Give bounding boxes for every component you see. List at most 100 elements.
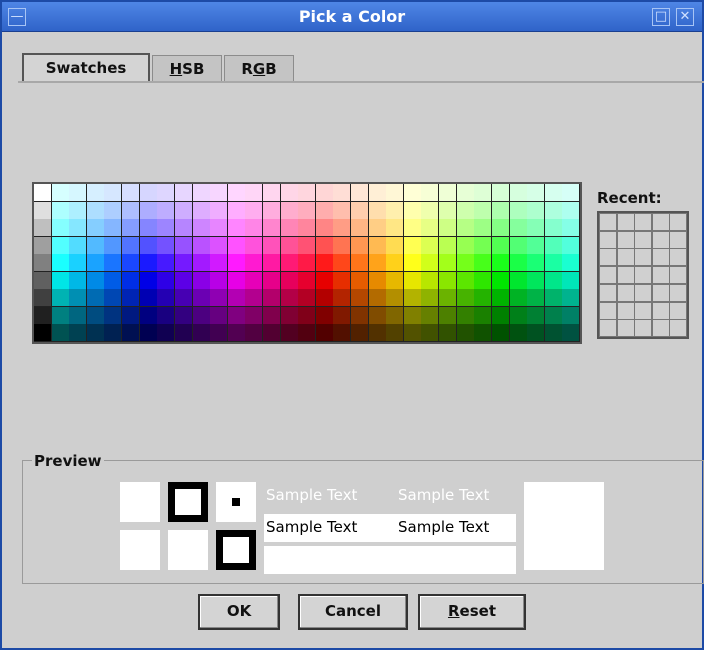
swatch-cell[interactable] bbox=[122, 184, 141, 202]
swatch-cell[interactable] bbox=[333, 236, 352, 255]
swatch-cell[interactable] bbox=[262, 219, 281, 238]
swatch-cell[interactable] bbox=[474, 306, 493, 325]
swatch-cell[interactable] bbox=[51, 184, 70, 202]
swatch-cell[interactable] bbox=[509, 306, 528, 325]
recent-cell[interactable] bbox=[669, 283, 688, 302]
swatch-cell[interactable] bbox=[122, 201, 141, 220]
swatch-cell[interactable] bbox=[174, 184, 193, 202]
swatch-cell[interactable] bbox=[104, 306, 123, 325]
swatch-cell[interactable] bbox=[439, 236, 458, 255]
swatch-cell[interactable] bbox=[333, 306, 352, 325]
swatch-cell[interactable] bbox=[456, 306, 475, 325]
swatch-cell[interactable] bbox=[491, 184, 510, 202]
swatch-cell[interactable] bbox=[403, 289, 422, 308]
swatch-cell[interactable] bbox=[368, 236, 387, 255]
recent-cell[interactable] bbox=[616, 319, 635, 338]
swatch-cell[interactable] bbox=[544, 324, 563, 343]
swatch-cell[interactable] bbox=[509, 254, 528, 273]
swatch-cell[interactable] bbox=[157, 289, 176, 308]
swatch-cell[interactable] bbox=[210, 184, 229, 202]
swatch-cell[interactable] bbox=[51, 271, 70, 290]
swatch-cell[interactable] bbox=[104, 236, 123, 255]
swatch-cell[interactable] bbox=[280, 254, 299, 273]
swatch-cell[interactable] bbox=[421, 254, 440, 273]
swatch-cell[interactable] bbox=[262, 184, 281, 202]
swatch-cell[interactable] bbox=[174, 254, 193, 273]
swatch-cell[interactable] bbox=[86, 289, 105, 308]
swatch-cell[interactable] bbox=[34, 324, 52, 343]
swatch-cell[interactable] bbox=[192, 219, 211, 238]
swatch-cell[interactable] bbox=[34, 184, 52, 202]
recent-cell[interactable] bbox=[599, 283, 617, 302]
swatch-cell[interactable] bbox=[210, 254, 229, 273]
swatch-cell[interactable] bbox=[86, 184, 105, 202]
swatch-cell[interactable] bbox=[192, 324, 211, 343]
swatch-cell[interactable] bbox=[280, 201, 299, 220]
recent-cell[interactable] bbox=[616, 230, 635, 249]
swatch-cell[interactable] bbox=[139, 201, 158, 220]
swatch-cell[interactable] bbox=[69, 324, 88, 343]
swatch-cell[interactable] bbox=[86, 271, 105, 290]
swatch-cell[interactable] bbox=[245, 184, 264, 202]
swatch-cell[interactable] bbox=[280, 289, 299, 308]
swatch-cell[interactable] bbox=[262, 324, 281, 343]
swatch-cell[interactable] bbox=[157, 254, 176, 273]
swatch-cell[interactable] bbox=[262, 306, 281, 325]
maximize-icon[interactable]: □ bbox=[652, 8, 670, 26]
swatch-cell[interactable] bbox=[192, 289, 211, 308]
swatch-cell[interactable] bbox=[262, 271, 281, 290]
swatch-cell[interactable] bbox=[439, 306, 458, 325]
swatch-cell[interactable] bbox=[562, 254, 581, 273]
swatch-cell[interactable] bbox=[157, 324, 176, 343]
recent-cell[interactable] bbox=[599, 301, 617, 320]
recent-cell[interactable] bbox=[599, 266, 617, 285]
swatch-cell[interactable] bbox=[298, 201, 317, 220]
swatch-cell[interactable] bbox=[104, 219, 123, 238]
swatch-cell[interactable] bbox=[34, 289, 52, 308]
swatch-cell[interactable] bbox=[192, 184, 211, 202]
swatch-cell[interactable] bbox=[139, 289, 158, 308]
swatch-cell[interactable] bbox=[368, 219, 387, 238]
swatch-cell[interactable] bbox=[69, 289, 88, 308]
swatch-cell[interactable] bbox=[474, 271, 493, 290]
swatch-cell[interactable] bbox=[34, 236, 52, 255]
swatch-cell[interactable] bbox=[421, 289, 440, 308]
swatch-cell[interactable] bbox=[333, 289, 352, 308]
swatch-cell[interactable] bbox=[298, 236, 317, 255]
recent-cell[interactable] bbox=[669, 319, 688, 338]
swatch-cell[interactable] bbox=[368, 184, 387, 202]
title-bar[interactable]: — Pick a Color □ ✕ bbox=[2, 2, 702, 32]
swatch-cell[interactable] bbox=[104, 184, 123, 202]
swatch-cell[interactable] bbox=[280, 324, 299, 343]
swatch-cell[interactable] bbox=[456, 324, 475, 343]
recent-cell[interactable] bbox=[634, 248, 653, 267]
swatch-cell[interactable] bbox=[298, 254, 317, 273]
swatch-cell[interactable] bbox=[174, 236, 193, 255]
swatch-cell[interactable] bbox=[562, 271, 581, 290]
swatch-cell[interactable] bbox=[210, 271, 229, 290]
swatch-cell[interactable] bbox=[351, 324, 370, 343]
swatch-cell[interactable] bbox=[227, 324, 246, 343]
swatch-cell[interactable] bbox=[192, 271, 211, 290]
swatch-cell[interactable] bbox=[280, 306, 299, 325]
recent-cell[interactable] bbox=[616, 213, 635, 231]
swatch-cell[interactable] bbox=[544, 271, 563, 290]
swatch-cell[interactable] bbox=[104, 324, 123, 343]
swatch-cell[interactable] bbox=[509, 324, 528, 343]
swatch-cell[interactable] bbox=[544, 254, 563, 273]
reset-button[interactable]: Reset bbox=[418, 594, 526, 630]
swatch-cell[interactable] bbox=[351, 236, 370, 255]
swatch-cell[interactable] bbox=[333, 271, 352, 290]
swatch-cell[interactable] bbox=[386, 306, 405, 325]
swatch-grid[interactable] bbox=[32, 182, 582, 344]
swatch-cell[interactable] bbox=[69, 184, 88, 202]
swatch-cell[interactable] bbox=[34, 306, 52, 325]
swatch-cell[interactable] bbox=[403, 324, 422, 343]
swatch-cell[interactable] bbox=[562, 184, 581, 202]
recent-cell[interactable] bbox=[616, 283, 635, 302]
recent-cell[interactable] bbox=[651, 230, 670, 249]
swatch-cell[interactable] bbox=[139, 324, 158, 343]
recent-cell[interactable] bbox=[669, 266, 688, 285]
swatch-cell[interactable] bbox=[227, 219, 246, 238]
swatch-cell[interactable] bbox=[86, 201, 105, 220]
